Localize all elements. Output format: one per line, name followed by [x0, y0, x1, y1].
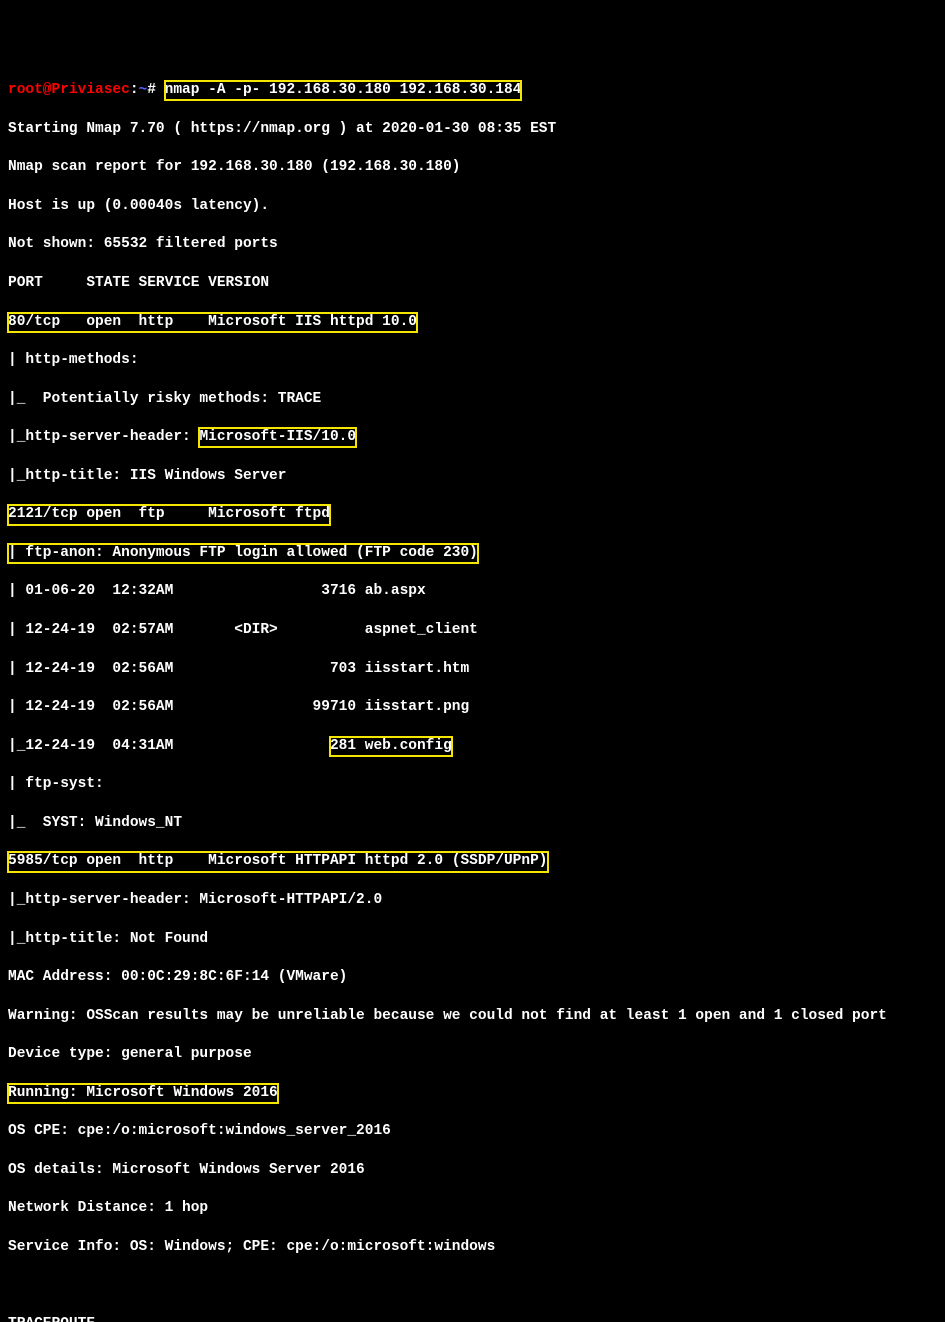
output-line: Warning: OSScan results may be unreliabl…	[8, 1007, 937, 1026]
output-line: OS details: Microsoft Windows Server 201…	[8, 1161, 937, 1180]
output-line: |_http-title: IIS Windows Server	[8, 467, 937, 486]
prompt-sep: :	[130, 81, 139, 100]
output-line: |_http-server-header: Microsoft-HTTPAPI/…	[8, 891, 937, 910]
prompt-cwd: ~	[139, 81, 148, 100]
output-line: Not shown: 65532 filtered ports	[8, 235, 937, 254]
output-line: OS CPE: cpe:/o:microsoft:windows_server_…	[8, 1122, 937, 1141]
output-line: Service Info: OS: Windows; CPE: cpe:/o:m…	[8, 1238, 937, 1257]
output-line: Nmap scan report for 192.168.30.180 (192…	[8, 158, 937, 177]
output-line: | http-methods:	[8, 351, 937, 370]
webconfig-line: |_12-24-19 04:31AM 281 web.config	[8, 737, 937, 756]
output-line: Network Distance: 1 hop	[8, 1199, 937, 1218]
ftp-listing-line: | 12-24-19 02:57AM <DIR> aspnet_client	[8, 621, 937, 640]
webconfig-prefix: |_12-24-19 04:31AM	[8, 737, 330, 756]
port-5985-line: 5985/tcp open http Microsoft HTTPAPI htt…	[8, 852, 937, 871]
port-2121-highlight: 2121/tcp open ftp Microsoft ftpd	[8, 505, 330, 524]
output-line: | ftp-syst:	[8, 775, 937, 794]
output-line: |_http-title: Not Found	[8, 930, 937, 949]
port-header-line: PORT STATE SERVICE VERSION	[8, 274, 937, 293]
server-header-line: |_http-server-header: Microsoft-IIS/10.0	[8, 428, 937, 447]
server-header-highlight: Microsoft-IIS/10.0	[199, 428, 356, 447]
traceroute-header: TRACEROUTE	[8, 1315, 937, 1322]
entered-command: nmap -A -p- 192.168.30.180 192.168.30.18…	[165, 81, 522, 100]
prompt-user-host: root@Priviasec	[8, 81, 130, 100]
output-line: |_ SYST: Windows_NT	[8, 814, 937, 833]
output-line: Starting Nmap 7.70 ( https://nmap.org ) …	[8, 120, 937, 139]
blank-line	[8, 1277, 937, 1296]
output-line: |_ Potentially risky methods: TRACE	[8, 390, 937, 409]
port-80-line: 80/tcp open http Microsoft IIS httpd 10.…	[8, 313, 937, 332]
prompt-hash: #	[147, 81, 164, 100]
port-80-highlight: 80/tcp open http Microsoft IIS httpd 10.…	[8, 313, 417, 332]
output-line: Device type: general purpose	[8, 1045, 937, 1064]
webconfig-highlight: 281 web.config	[330, 737, 452, 756]
ftp-listing-line: | 12-24-19 02:56AM 703 iisstart.htm	[8, 660, 937, 679]
ftp-anon-line: | ftp-anon: Anonymous FTP login allowed …	[8, 544, 937, 563]
server-header-prefix: |_http-server-header:	[8, 428, 199, 447]
port-2121-line: 2121/tcp open ftp Microsoft ftpd	[8, 505, 937, 524]
output-line: Host is up (0.00040s latency).	[8, 197, 937, 216]
ftp-listing-line: | 12-24-19 02:56AM 99710 iisstart.png	[8, 698, 937, 717]
ftp-anon-highlight: | ftp-anon: Anonymous FTP login allowed …	[8, 544, 478, 563]
os-running-line: Running: Microsoft Windows 2016	[8, 1084, 937, 1103]
output-line: MAC Address: 00:0C:29:8C:6F:14 (VMware)	[8, 968, 937, 987]
port-5985-highlight: 5985/tcp open http Microsoft HTTPAPI htt…	[8, 852, 548, 871]
os-running-highlight: Running: Microsoft Windows 2016	[8, 1084, 278, 1103]
ftp-listing-line: | 01-06-20 12:32AM 3716 ab.aspx	[8, 582, 937, 601]
prompt-line[interactable]: root@Priviasec:~# nmap -A -p- 192.168.30…	[8, 81, 937, 100]
